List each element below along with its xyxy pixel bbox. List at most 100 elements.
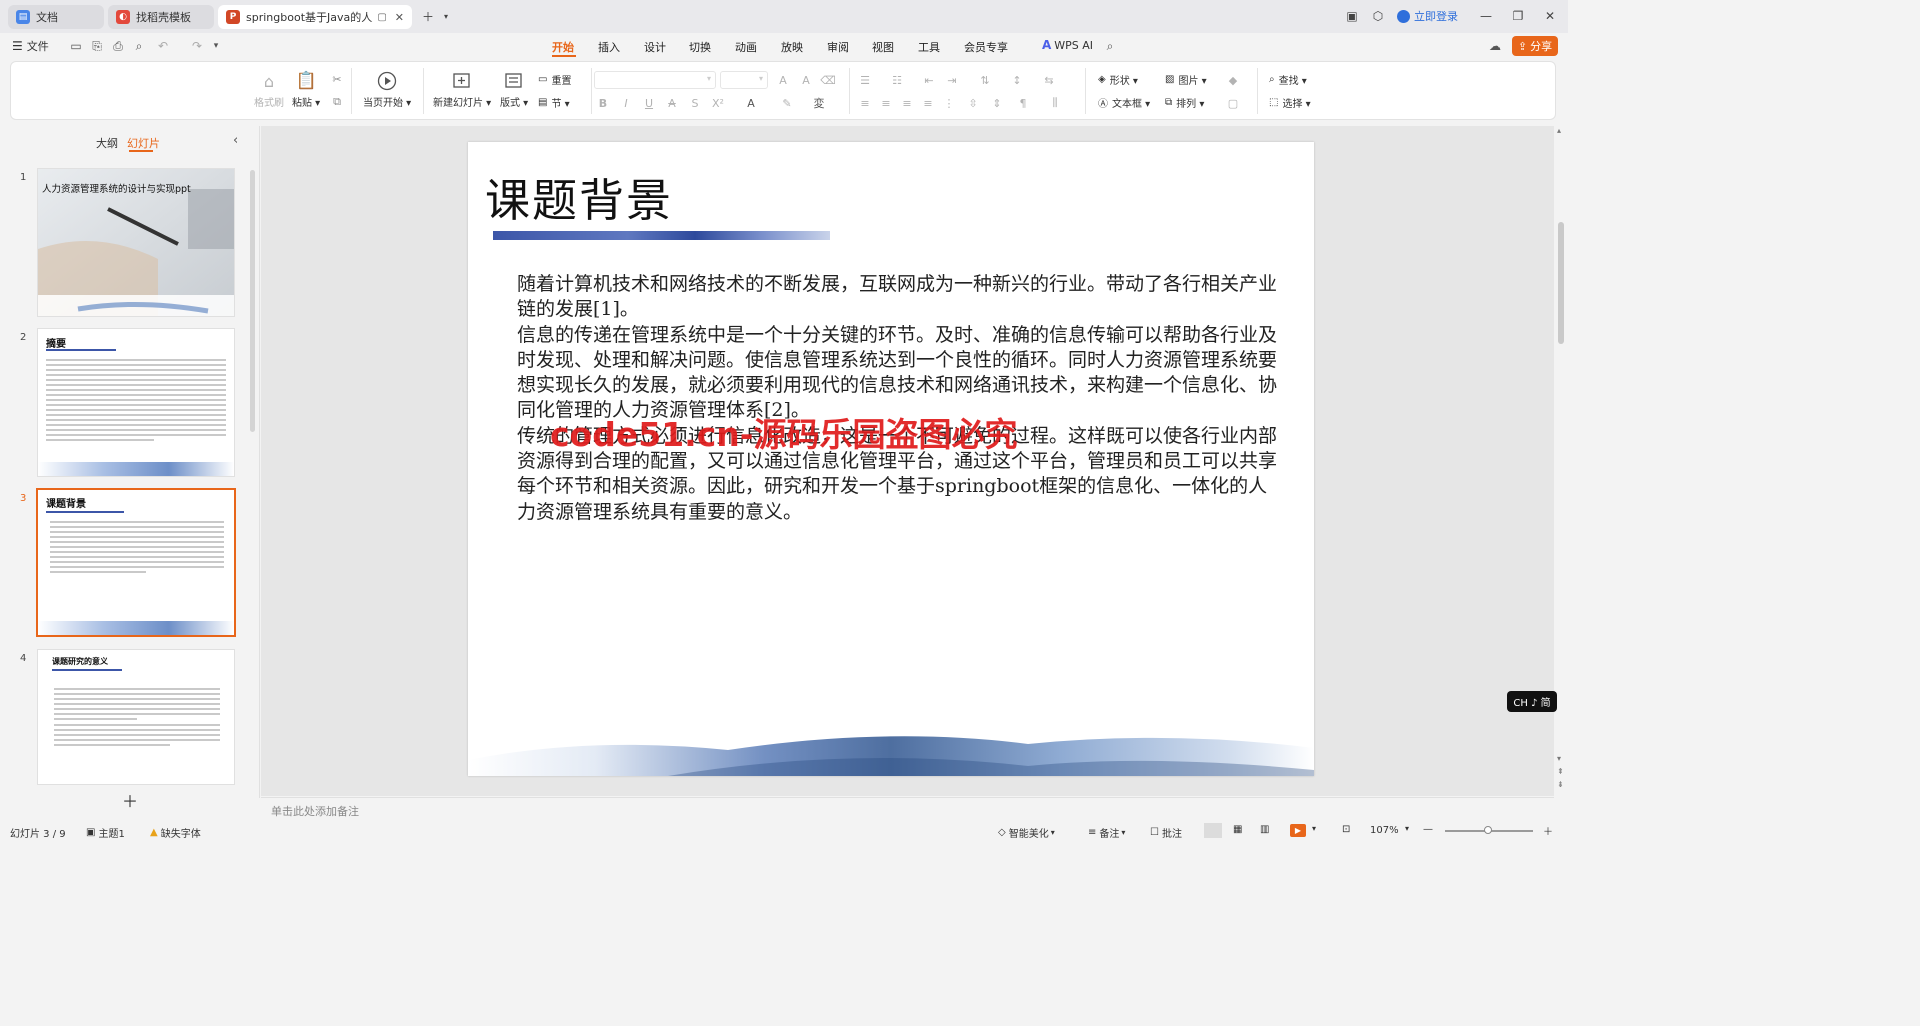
theme-button[interactable]: ▣ 主题1: [86, 825, 125, 840]
collapse-panel-icon[interactable]: ‹: [233, 133, 238, 148]
fit-window-icon[interactable]: ⊡: [1342, 824, 1350, 835]
slide-thumbnail-2[interactable]: 摘要: [38, 329, 234, 476]
textbox-button[interactable]: Ⓐ 文本框 ▾: [1098, 95, 1150, 110]
tab-view[interactable]: 视图: [872, 39, 894, 55]
paragraph-spacing-icon[interactable]: ⇕: [990, 96, 1004, 110]
search-icon[interactable]: ⌕: [1102, 38, 1118, 54]
font-size-select[interactable]: ▾: [720, 71, 768, 89]
close-window-icon[interactable]: ✕: [1542, 8, 1558, 24]
tab-insert[interactable]: 插入: [598, 39, 620, 55]
print-preview-icon[interactable]: ⌕: [131, 38, 147, 54]
find-button[interactable]: ⌕ 查找 ▾: [1269, 72, 1307, 87]
print-icon[interactable]: ⎙: [110, 38, 126, 54]
redo-icon[interactable]: ↷: [189, 38, 205, 54]
fill-icon[interactable]: ◆: [1226, 73, 1240, 87]
smart-beautify-button[interactable]: ◇ 智能美化 ▾: [998, 825, 1055, 840]
align-center-icon[interactable]: ≡: [879, 96, 893, 110]
slide-3[interactable]: 课题背景 随着计算机技术和网络技术的不断发展，互联网成为一种新兴的行业。带动了各…: [468, 142, 1314, 776]
line-spacing-icon[interactable]: ↕: [1010, 73, 1024, 87]
section-button[interactable]: ▤ 节 ▾: [538, 95, 570, 110]
cloud-sync-icon[interactable]: ☁: [1487, 38, 1503, 54]
outline-icon[interactable]: ▢: [1226, 96, 1240, 110]
normal-view-icon[interactable]: [1204, 823, 1222, 838]
tab-home[interactable]: 开始: [552, 39, 574, 55]
text-direction-icon[interactable]: ⇅: [978, 73, 992, 87]
cube-icon[interactable]: ⬡: [1370, 8, 1386, 24]
increase-indent-icon[interactable]: ⇥: [945, 73, 959, 87]
scroll-up-icon[interactable]: ▴: [1557, 126, 1561, 135]
zoom-dropdown-icon[interactable]: ▾: [1405, 824, 1409, 833]
strikethrough-icon[interactable]: A: [665, 96, 679, 110]
tab-slideshow[interactable]: 放映: [781, 39, 803, 55]
tab-docs[interactable]: ▤ 文档: [8, 5, 104, 29]
restore-icon[interactable]: ❐: [1510, 8, 1526, 24]
highlight-icon[interactable]: ✎: [780, 96, 794, 110]
convert-smartart-icon[interactable]: ⇆: [1042, 73, 1056, 87]
paste-button[interactable]: 📋 粘贴 ▾: [292, 70, 320, 109]
notes-placeholder[interactable]: 单击此处添加备注: [271, 803, 359, 819]
file-menu[interactable]: ☰ 文件: [12, 38, 49, 54]
export-icon[interactable]: ⎘: [89, 38, 105, 54]
share-button[interactable]: ⇪ 分享: [1512, 36, 1558, 56]
italic-icon[interactable]: I: [619, 96, 633, 110]
decrease-indent-icon[interactable]: ⇤: [922, 73, 936, 87]
tab-transitions[interactable]: 切换: [689, 39, 711, 55]
shadow-icon[interactable]: S: [688, 96, 702, 110]
underline-icon[interactable]: U: [642, 96, 656, 110]
close-tab-icon[interactable]: ✕: [395, 11, 404, 24]
tab-tools[interactable]: 工具: [918, 39, 940, 55]
align-right-icon[interactable]: ≡: [900, 96, 914, 110]
font-family-select[interactable]: ▾: [594, 71, 716, 89]
slide-sorter-icon[interactable]: ▦: [1233, 824, 1242, 835]
format-painter-button[interactable]: ⌂ 格式刷: [254, 70, 284, 110]
slideshow-options-icon[interactable]: ▾: [1312, 824, 1316, 833]
pin-icon[interactable]: ▢: [377, 12, 386, 23]
tab-document[interactable]: P springboot基于Java的人力 ▢ ✕: [218, 5, 412, 29]
zoom-in-icon[interactable]: ＋: [1543, 823, 1553, 838]
minimize-icon[interactable]: —: [1478, 8, 1494, 24]
more-commands-icon[interactable]: ▾: [208, 38, 224, 54]
clear-format-icon[interactable]: ⌫: [820, 73, 836, 87]
prev-slide-icon[interactable]: ⇞: [1557, 767, 1564, 776]
add-slide-icon[interactable]: ＋: [122, 788, 138, 812]
slide-thumbnail-1[interactable]: 人力资源管理系统的设计与实现ppt: [38, 169, 234, 316]
comments-toggle[interactable]: ☐ 批注: [1150, 825, 1182, 840]
align-left-icon[interactable]: ≡: [858, 96, 872, 110]
zoom-slider-thumb[interactable]: [1484, 826, 1492, 834]
tab-slides[interactable]: 幻灯片: [127, 135, 160, 151]
tab-outline[interactable]: 大纲: [96, 135, 118, 151]
arrange-button[interactable]: ⧉ 排列 ▾: [1165, 95, 1204, 110]
reset-button[interactable]: ▭ 重置: [538, 72, 571, 87]
tab-design[interactable]: 设计: [644, 39, 666, 55]
missing-font-button[interactable]: ▲ 缺失字体: [150, 825, 201, 840]
shape-button[interactable]: ◈ 形状 ▾: [1098, 72, 1138, 87]
superscript-icon[interactable]: X²: [711, 96, 725, 110]
tab-member[interactable]: 会员专享: [964, 39, 1008, 55]
font-color-icon[interactable]: A: [744, 96, 758, 110]
login-button[interactable]: 立即登录: [1397, 8, 1458, 24]
increase-font-icon[interactable]: A: [776, 73, 790, 87]
reading-view-icon[interactable]: ▥: [1260, 824, 1269, 835]
distribute-icon[interactable]: ⋮: [942, 96, 956, 110]
vertical-align-icon[interactable]: ⇳: [966, 96, 980, 110]
notes-pane[interactable]: 单击此处添加备注: [261, 797, 1554, 823]
slide-thumbnail-4[interactable]: 课题研究的意义: [38, 650, 234, 784]
new-slide-button[interactable]: 新建幻灯片 ▾: [433, 70, 491, 109]
next-slide-icon[interactable]: ⇟: [1557, 780, 1564, 789]
copy-icon[interactable]: ⧉: [330, 95, 344, 109]
slideshow-icon[interactable]: ▶: [1290, 824, 1306, 837]
panel-scrollbar[interactable]: [250, 170, 255, 432]
bold-icon[interactable]: B: [596, 96, 610, 110]
zoom-level[interactable]: 107%: [1370, 825, 1399, 836]
tab-animations[interactable]: 动画: [735, 39, 757, 55]
layout-button[interactable]: 版式 ▾: [500, 70, 528, 109]
wps-ai-button[interactable]: A WPS AI: [1042, 38, 1093, 52]
ime-indicator[interactable]: CH ♪ 简: [1507, 691, 1557, 712]
zoom-out-icon[interactable]: —: [1423, 824, 1433, 835]
cut-icon[interactable]: ✂: [330, 72, 344, 86]
numbering-icon[interactable]: ☷: [890, 73, 904, 87]
justify-icon[interactable]: ≡: [921, 96, 935, 110]
new-tab-icon[interactable]: ＋: [420, 8, 436, 24]
tab-review[interactable]: 审阅: [827, 39, 849, 55]
chevron-down-icon[interactable]: ▾: [438, 8, 454, 24]
